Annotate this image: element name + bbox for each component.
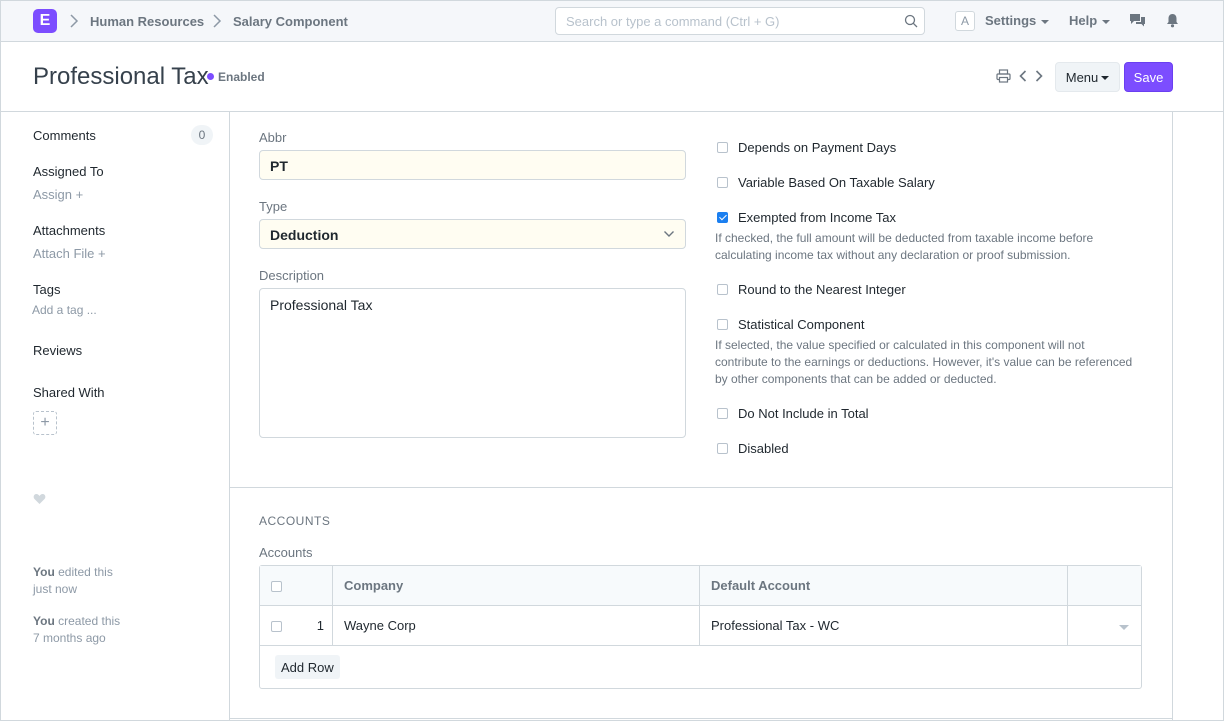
variable-based-on-taxable-salary-label: Variable Based On Taxable Salary: [738, 175, 935, 190]
avatar[interactable]: A: [955, 11, 975, 31]
caret-down-icon: [1101, 76, 1110, 81]
exempted-from-income-tax-description: If checked, the full amount will be dedu…: [715, 231, 1094, 262]
column-divider: [699, 566, 700, 646]
row-index: 1: [316, 618, 324, 633]
menu-button[interactable]: Menu: [1055, 62, 1120, 92]
sidebar-attachments-label: Attachments: [33, 223, 106, 238]
accounts-section-title[interactable]: ACCOUNTS: [259, 514, 330, 528]
type-label: Type: [259, 199, 288, 214]
round-to-nearest-integer-checkbox[interactable]: [717, 284, 728, 295]
sidebar-assigned-to-label: Assigned To: [33, 164, 104, 179]
cell-company[interactable]: Wayne Corp: [344, 618, 416, 633]
do-not-include-in-total-label: Do Not Include in Total: [738, 406, 869, 421]
accounts-table-label: Accounts: [259, 545, 313, 560]
app-logo[interactable]: E: [33, 9, 57, 33]
activity-action: created this: [58, 614, 121, 628]
sidebar-comments-label[interactable]: Comments: [33, 128, 96, 143]
description-label: Description: [259, 268, 325, 283]
notification-bell-icon[interactable]: [1166, 13, 1179, 28]
section-divider: [229, 718, 1173, 719]
select-all-checkbox[interactable]: [271, 581, 282, 592]
disabled-checkbox[interactable]: [717, 443, 728, 454]
disabled-label: Disabled: [738, 441, 789, 456]
add-tag-link[interactable]: Add a tag ...: [32, 303, 97, 317]
activity-user: You: [33, 565, 55, 579]
next-doc-icon[interactable]: [1034, 69, 1044, 83]
chevron-down-icon: [664, 231, 674, 237]
sidebar-reviews-label: Reviews: [33, 343, 83, 358]
activity-time: 7 months ago: [33, 631, 106, 645]
row-select-checkbox[interactable]: [271, 621, 282, 632]
activity-user: You: [33, 614, 55, 628]
cell-default-account[interactable]: Professional Tax - WC: [711, 618, 839, 633]
accounts-table: Company Default Account 1 Wayne Corp Pro…: [259, 565, 1142, 689]
sidebar-tags-label: Tags: [33, 282, 61, 297]
printer-icon[interactable]: [996, 69, 1011, 83]
save-button[interactable]: Save: [1124, 62, 1173, 92]
exempted-from-income-tax-checkbox[interactable]: [717, 212, 728, 223]
type-select[interactable]: Deduction: [259, 219, 686, 249]
sidebar-shared-with-label: Shared With: [33, 385, 105, 400]
caret-down-icon: [1041, 19, 1050, 24]
row-options-caret-icon[interactable]: [1119, 625, 1129, 630]
chevron-right-icon: [213, 14, 222, 28]
search-input[interactable]: [566, 14, 896, 29]
navbar: E Human Resources Salary Component A Set…: [1, 1, 1223, 42]
abbr-field[interactable]: PT: [259, 150, 686, 180]
activity-edited: You edited this just now: [33, 564, 113, 598]
menu-button-label: Menu: [1065, 69, 1099, 85]
add-row-button[interactable]: Add Row: [275, 655, 340, 679]
help-dropdown[interactable]: Help: [1069, 13, 1111, 28]
activity-action: edited this: [58, 565, 113, 579]
depends-on-payment-days-label: Depends on Payment Days: [738, 140, 897, 155]
chevron-right-icon: [70, 14, 79, 28]
caret-down-icon: [1102, 19, 1111, 24]
section-divider: [229, 487, 1173, 488]
description-textarea[interactable]: Professional Tax: [259, 288, 686, 438]
breadcrumb-salary-component[interactable]: Salary Component: [233, 14, 348, 29]
table-header: Company Default Account: [260, 566, 1141, 606]
statistical-component-label: Statistical Component: [738, 317, 865, 332]
column-header-company: Company: [344, 578, 404, 593]
previous-doc-icon[interactable]: [1018, 69, 1028, 83]
abbr-label: Abbr: [259, 130, 287, 145]
settings-dropdown[interactable]: Settings: [985, 13, 1050, 28]
attach-file-link[interactable]: Attach File +: [33, 246, 106, 261]
column-divider: [1067, 566, 1068, 646]
depends-on-payment-days-checkbox[interactable]: [717, 142, 728, 153]
variable-based-on-taxable-salary-checkbox[interactable]: [717, 177, 728, 188]
breadcrumb-human-resources[interactable]: Human Resources: [90, 14, 204, 29]
column-header-default-account: Default Account: [711, 578, 811, 593]
comments-count-badge: 0: [191, 125, 213, 145]
settings-label: Settings: [985, 13, 1037, 28]
do-not-include-in-total-checkbox[interactable]: [717, 408, 728, 419]
assign-link[interactable]: Assign +: [33, 187, 83, 202]
status-dot-icon: [207, 73, 214, 81]
page-title: Professional Tax: [33, 63, 209, 90]
chat-icon[interactable]: [1129, 13, 1146, 28]
status-label: Enabled: [218, 70, 265, 84]
round-to-nearest-integer-label: Round to the Nearest Integer: [738, 282, 906, 297]
search-icon: [904, 14, 918, 28]
exempted-from-income-tax-label: Exempted from Income Tax: [738, 210, 896, 225]
search-bar[interactable]: [555, 7, 925, 35]
like-heart-icon[interactable]: [33, 493, 46, 505]
activity-created: You created this 7 months ago: [33, 613, 120, 647]
table-row[interactable]: 1 Wayne Corp Professional Tax - WC: [260, 606, 1141, 646]
statistical-component-checkbox[interactable]: [717, 319, 728, 330]
column-divider: [332, 566, 333, 646]
statistical-component-description: If selected, the value specified or calc…: [715, 338, 1133, 386]
add-share-button[interactable]: +: [33, 411, 57, 435]
status-badge: Enabled: [207, 70, 265, 84]
activity-time: just now: [33, 582, 78, 596]
help-label: Help: [1069, 13, 1098, 28]
